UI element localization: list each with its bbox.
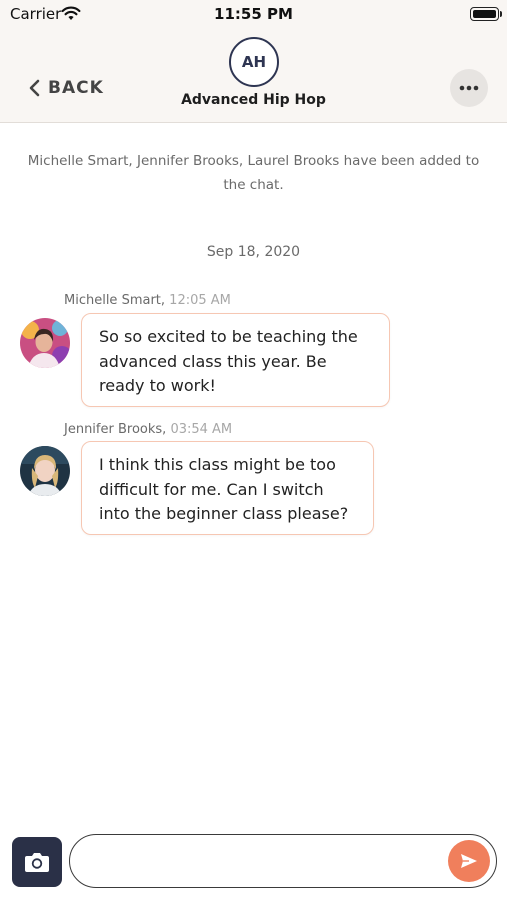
chat-title: Advanced Hip Hop bbox=[181, 92, 326, 108]
message-sender: Michelle Smart, 12:05 AM bbox=[64, 293, 231, 308]
group-avatar[interactable]: AH bbox=[229, 37, 279, 87]
message-text: So so excited to be teaching the advance… bbox=[99, 327, 358, 395]
message-time: 12:05 AM bbox=[169, 293, 231, 308]
system-message: Michelle Smart, Jennifer Brooks, Laurel … bbox=[27, 153, 480, 193]
sender-name: Michelle Smart, bbox=[64, 293, 166, 308]
sender-name: Jennifer Brooks, bbox=[64, 422, 167, 437]
clock: 11:55 PM bbox=[214, 5, 293, 23]
battery-icon bbox=[470, 7, 499, 21]
camera-icon bbox=[25, 853, 49, 872]
message-sender: Jennifer Brooks, 03:54 AM bbox=[64, 422, 232, 437]
chat-header: Carrier 11:55 PM BACK AH Advanced Hip Ho… bbox=[0, 0, 507, 123]
message-time: 03:54 AM bbox=[170, 422, 233, 437]
avatar-photo bbox=[20, 318, 70, 368]
message-input-wrapper bbox=[69, 834, 497, 888]
send-icon bbox=[461, 854, 477, 868]
camera-button[interactable] bbox=[12, 837, 62, 887]
send-button[interactable] bbox=[448, 840, 490, 882]
avatar[interactable] bbox=[20, 446, 70, 496]
status-bar: Carrier 11:55 PM bbox=[0, 0, 507, 30]
message-bubble: So so excited to be teaching the advance… bbox=[81, 313, 390, 407]
message-text: I think this class might be too difficul… bbox=[99, 455, 349, 523]
more-options-button[interactable] bbox=[450, 69, 488, 107]
group-avatar-initials: AH bbox=[241, 53, 267, 71]
date-separator: Sep 18, 2020 bbox=[206, 244, 301, 260]
avatar[interactable] bbox=[20, 318, 70, 368]
avatar-photo bbox=[20, 446, 70, 496]
message-input[interactable] bbox=[88, 835, 448, 886]
message-bubble: I think this class might be too difficul… bbox=[81, 441, 374, 535]
more-icon bbox=[459, 85, 479, 91]
